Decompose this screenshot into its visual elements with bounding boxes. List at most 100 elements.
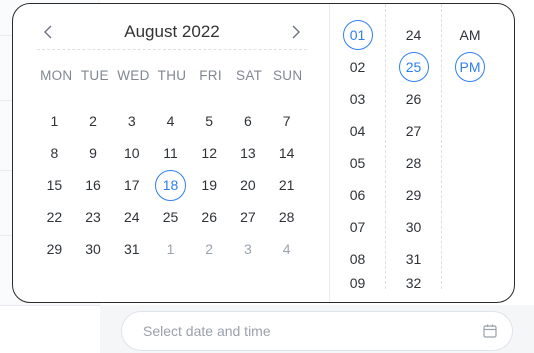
datetime-input[interactable] <box>143 323 482 339</box>
day-number: 28 <box>278 209 295 225</box>
day-number: 21 <box>278 177 295 193</box>
hour-option[interactable]: 03 <box>330 83 385 115</box>
calendar-icon[interactable] <box>482 323 498 339</box>
ampm-option[interactable]: AM <box>442 19 498 51</box>
hour-option[interactable]: 08 <box>330 243 385 275</box>
day-cell-outside-month[interactable]: 2 <box>190 233 229 265</box>
day-cell[interactable]: 12 <box>190 137 229 169</box>
hour-column[interactable]: 01 02 03 04 05 06 07 08 09 <box>330 4 386 289</box>
day-cell[interactable]: 22 <box>35 201 74 233</box>
minute-option-label: 26 <box>405 91 422 107</box>
day-number: 20 <box>240 177 256 193</box>
day-cell-outside-month[interactable]: 4 <box>267 233 306 265</box>
day-cell-outside-month[interactable]: 3 <box>229 233 268 265</box>
day-grid: 1 2 3 4 5 6 7 8 9 10 11 12 13 14 15 16 17 18 19 20 21 22 23 24 2… <box>35 105 306 265</box>
minute-option[interactable]: 28 <box>386 147 441 179</box>
day-number: 9 <box>89 145 97 161</box>
day-cell[interactable]: 13 <box>229 137 268 169</box>
day-cell[interactable]: 17 <box>112 169 151 201</box>
day-cell[interactable]: 31 <box>112 233 151 265</box>
day-cell[interactable]: 8 <box>35 137 74 169</box>
day-number: 19 <box>201 177 217 193</box>
day-cell[interactable]: 23 <box>74 201 113 233</box>
day-cell[interactable]: 29 <box>35 233 74 265</box>
chevron-left-icon[interactable] <box>37 21 59 43</box>
month-title: August 2022 <box>124 21 220 41</box>
day-number: 23 <box>85 209 101 225</box>
day-cell[interactable]: 21 <box>267 169 306 201</box>
datetime-field[interactable] <box>121 311 513 351</box>
day-cell[interactable]: 4 <box>151 105 190 137</box>
day-cell[interactable]: 27 <box>229 201 268 233</box>
day-cell[interactable]: 30 <box>74 233 113 265</box>
ampm-option-selected[interactable]: PM <box>442 51 498 83</box>
day-cell[interactable]: 26 <box>190 201 229 233</box>
day-cell[interactable]: 28 <box>267 201 306 233</box>
day-cell[interactable]: 10 <box>112 137 151 169</box>
day-cell[interactable]: 3 <box>112 105 151 137</box>
day-cell[interactable]: 25 <box>151 201 190 233</box>
day-number: 29 <box>46 241 63 257</box>
day-cell[interactable]: 14 <box>267 137 306 169</box>
day-cell[interactable]: 9 <box>74 137 113 169</box>
hour-option[interactable]: 05 <box>330 147 385 179</box>
day-number: 6 <box>244 113 252 129</box>
minute-option-label: 27 <box>405 123 422 139</box>
day-number: 26 <box>201 209 217 225</box>
weekday-label: MON <box>40 68 73 83</box>
day-number: 4 <box>282 241 291 257</box>
day-number: 13 <box>240 145 256 161</box>
ampm-option-label: AM <box>459 27 481 43</box>
day-cell[interactable]: 15 <box>35 169 74 201</box>
minute-option[interactable]: 29 <box>386 179 441 211</box>
day-number: 2 <box>89 113 97 129</box>
hour-option-label: 04 <box>349 123 366 139</box>
day-number: 16 <box>85 177 101 193</box>
day-cell-selected[interactable]: 18 <box>151 169 190 201</box>
day-cell[interactable]: 24 <box>112 201 151 233</box>
minute-option-label: 31 <box>405 251 422 267</box>
day-cell[interactable]: 6 <box>229 105 268 137</box>
hour-option[interactable]: 04 <box>330 115 385 147</box>
day-cell[interactable]: 1 <box>35 105 74 137</box>
ampm-option-label: PM <box>455 52 485 82</box>
minute-option[interactable]: 32 <box>386 275 441 289</box>
day-number: 7 <box>282 113 291 129</box>
ampm-column[interactable]: AM PM <box>442 4 498 289</box>
day-number: 8 <box>50 145 59 161</box>
minute-option[interactable]: 31 <box>386 243 441 275</box>
hour-option-label: 06 <box>349 187 366 203</box>
hour-option-selected[interactable]: 01 <box>330 19 385 51</box>
day-cell-outside-month[interactable]: 1 <box>151 233 190 265</box>
weekday-label: THU <box>157 68 187 83</box>
minute-option[interactable]: 30 <box>386 211 441 243</box>
chevron-right-icon[interactable] <box>285 21 307 43</box>
datetime-picker-popup: August 2022 MON TUE WED THU FRI SAT SUN 123456… <box>12 3 515 303</box>
day-cell[interactable]: 16 <box>74 169 113 201</box>
day-cell[interactable]: 20 <box>229 169 268 201</box>
day-cell[interactable]: 19 <box>190 169 229 201</box>
minute-option[interactable]: 24 <box>386 19 441 51</box>
day-cell[interactable]: 11 <box>151 137 190 169</box>
day-number: 11 <box>163 145 178 161</box>
day-cell[interactable]: 7 <box>267 105 306 137</box>
minute-option-label: 30 <box>405 219 422 235</box>
minute-column[interactable]: 24 25 26 27 28 29 30 31 32 <box>386 4 442 289</box>
hour-option[interactable]: 09 <box>330 275 385 289</box>
hour-option[interactable]: 02 <box>330 51 385 83</box>
hour-option[interactable]: 06 <box>330 179 385 211</box>
day-number: 1 <box>166 241 175 257</box>
hour-option-label: 01 <box>342 20 373 50</box>
day-number: 10 <box>123 145 140 161</box>
day-cell[interactable]: 5 <box>190 105 229 137</box>
minute-option-selected[interactable]: 25 <box>386 51 441 83</box>
day-cell[interactable]: 2 <box>74 105 113 137</box>
minute-option-label: 28 <box>405 155 422 171</box>
minute-option[interactable]: 27 <box>386 115 441 147</box>
day-number: 17 <box>123 177 140 193</box>
day-number: 1 <box>50 113 59 129</box>
hour-option[interactable]: 07 <box>330 211 385 243</box>
weekday-label: WED <box>117 68 150 83</box>
minute-option-label: 24 <box>405 27 422 43</box>
minute-option[interactable]: 26 <box>386 83 441 115</box>
